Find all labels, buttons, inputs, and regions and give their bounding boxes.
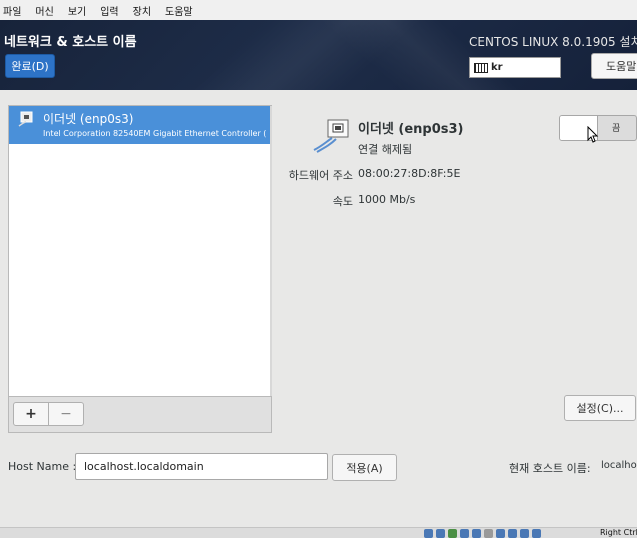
menu-input[interactable]: 입력 [93, 3, 125, 18]
apply-hostname-button[interactable]: 적용(A) [332, 454, 397, 481]
device-detail-title: 이더넷 (enp0s3) [358, 122, 464, 137]
hardware-address-value: 08:00:27:8D:8F:5E [358, 167, 461, 180]
menu-machine[interactable]: 머신 [28, 3, 60, 18]
menu-devices[interactable]: 장치 [126, 3, 158, 18]
current-hostname-label: 현재 호스트 이름: [509, 462, 591, 475]
ethernet-icon [313, 119, 349, 153]
host-key-label: Right Ctrl [600, 528, 637, 537]
toggle-state-label: 끔 [612, 124, 621, 134]
device-name: 이더넷 (enp0s3) [43, 112, 134, 126]
menu-file[interactable]: 파일 [0, 3, 28, 18]
device-description: Intel Corporation 82540EM Gigabit Ethern… [43, 129, 267, 138]
list-scrollbar[interactable] [270, 106, 272, 396]
help-button[interactable]: 도움말! [591, 53, 637, 79]
host-name-label: Host Name : [8, 460, 77, 473]
vm-status-bar: Right Ctrl [0, 527, 637, 538]
remove-device-button[interactable]: − [48, 402, 84, 426]
device-list[interactable]: 이더넷 (enp0s3) Intel Corporation 82540EM G… [8, 105, 272, 397]
connection-status: 연결 해제됨 [358, 143, 413, 156]
mouse-cursor-icon [587, 126, 599, 143]
network-spoke: 이더넷 (enp0s3) Intel Corporation 82540EM G… [0, 90, 637, 527]
product-title: CENTOS LINUX 8.0.1905 설치 [469, 35, 637, 49]
speed-value: 1000 Mb/s [358, 193, 416, 206]
menu-bar: 파일 머신 보기 입력 장치 도움말 [0, 0, 637, 20]
add-device-button[interactable]: + [13, 402, 49, 426]
menu-help[interactable]: 도움말 [158, 3, 200, 18]
host-name-input[interactable]: localhost.localdomain [75, 453, 328, 480]
keyboard-layout-indicator[interactable]: kr [469, 57, 561, 78]
settings-button[interactable]: 설정(C)... [564, 395, 636, 421]
current-hostname-value: localhost [601, 460, 637, 471]
ethernet-icon [18, 111, 33, 127]
device-list-toolbar: + − [8, 397, 272, 433]
spoke-header: 네트워크 & 호스트 이름 완료(D) CENTOS LINUX 8.0.190… [0, 20, 637, 90]
speed-label: 속도 [332, 195, 353, 208]
menu-view[interactable]: 보기 [61, 3, 93, 18]
header-decoration [295, 20, 565, 90]
keyboard-icon [474, 62, 488, 73]
hardware-address-label: 하드웨어 주소 [288, 169, 353, 182]
device-list-item[interactable]: 이더넷 (enp0s3) Intel Corporation 82540EM G… [9, 106, 271, 144]
done-button[interactable]: 완료(D) [5, 54, 55, 78]
keyboard-layout-label: kr [491, 62, 503, 73]
spoke-title: 네트워크 & 호스트 이름 [4, 35, 137, 50]
